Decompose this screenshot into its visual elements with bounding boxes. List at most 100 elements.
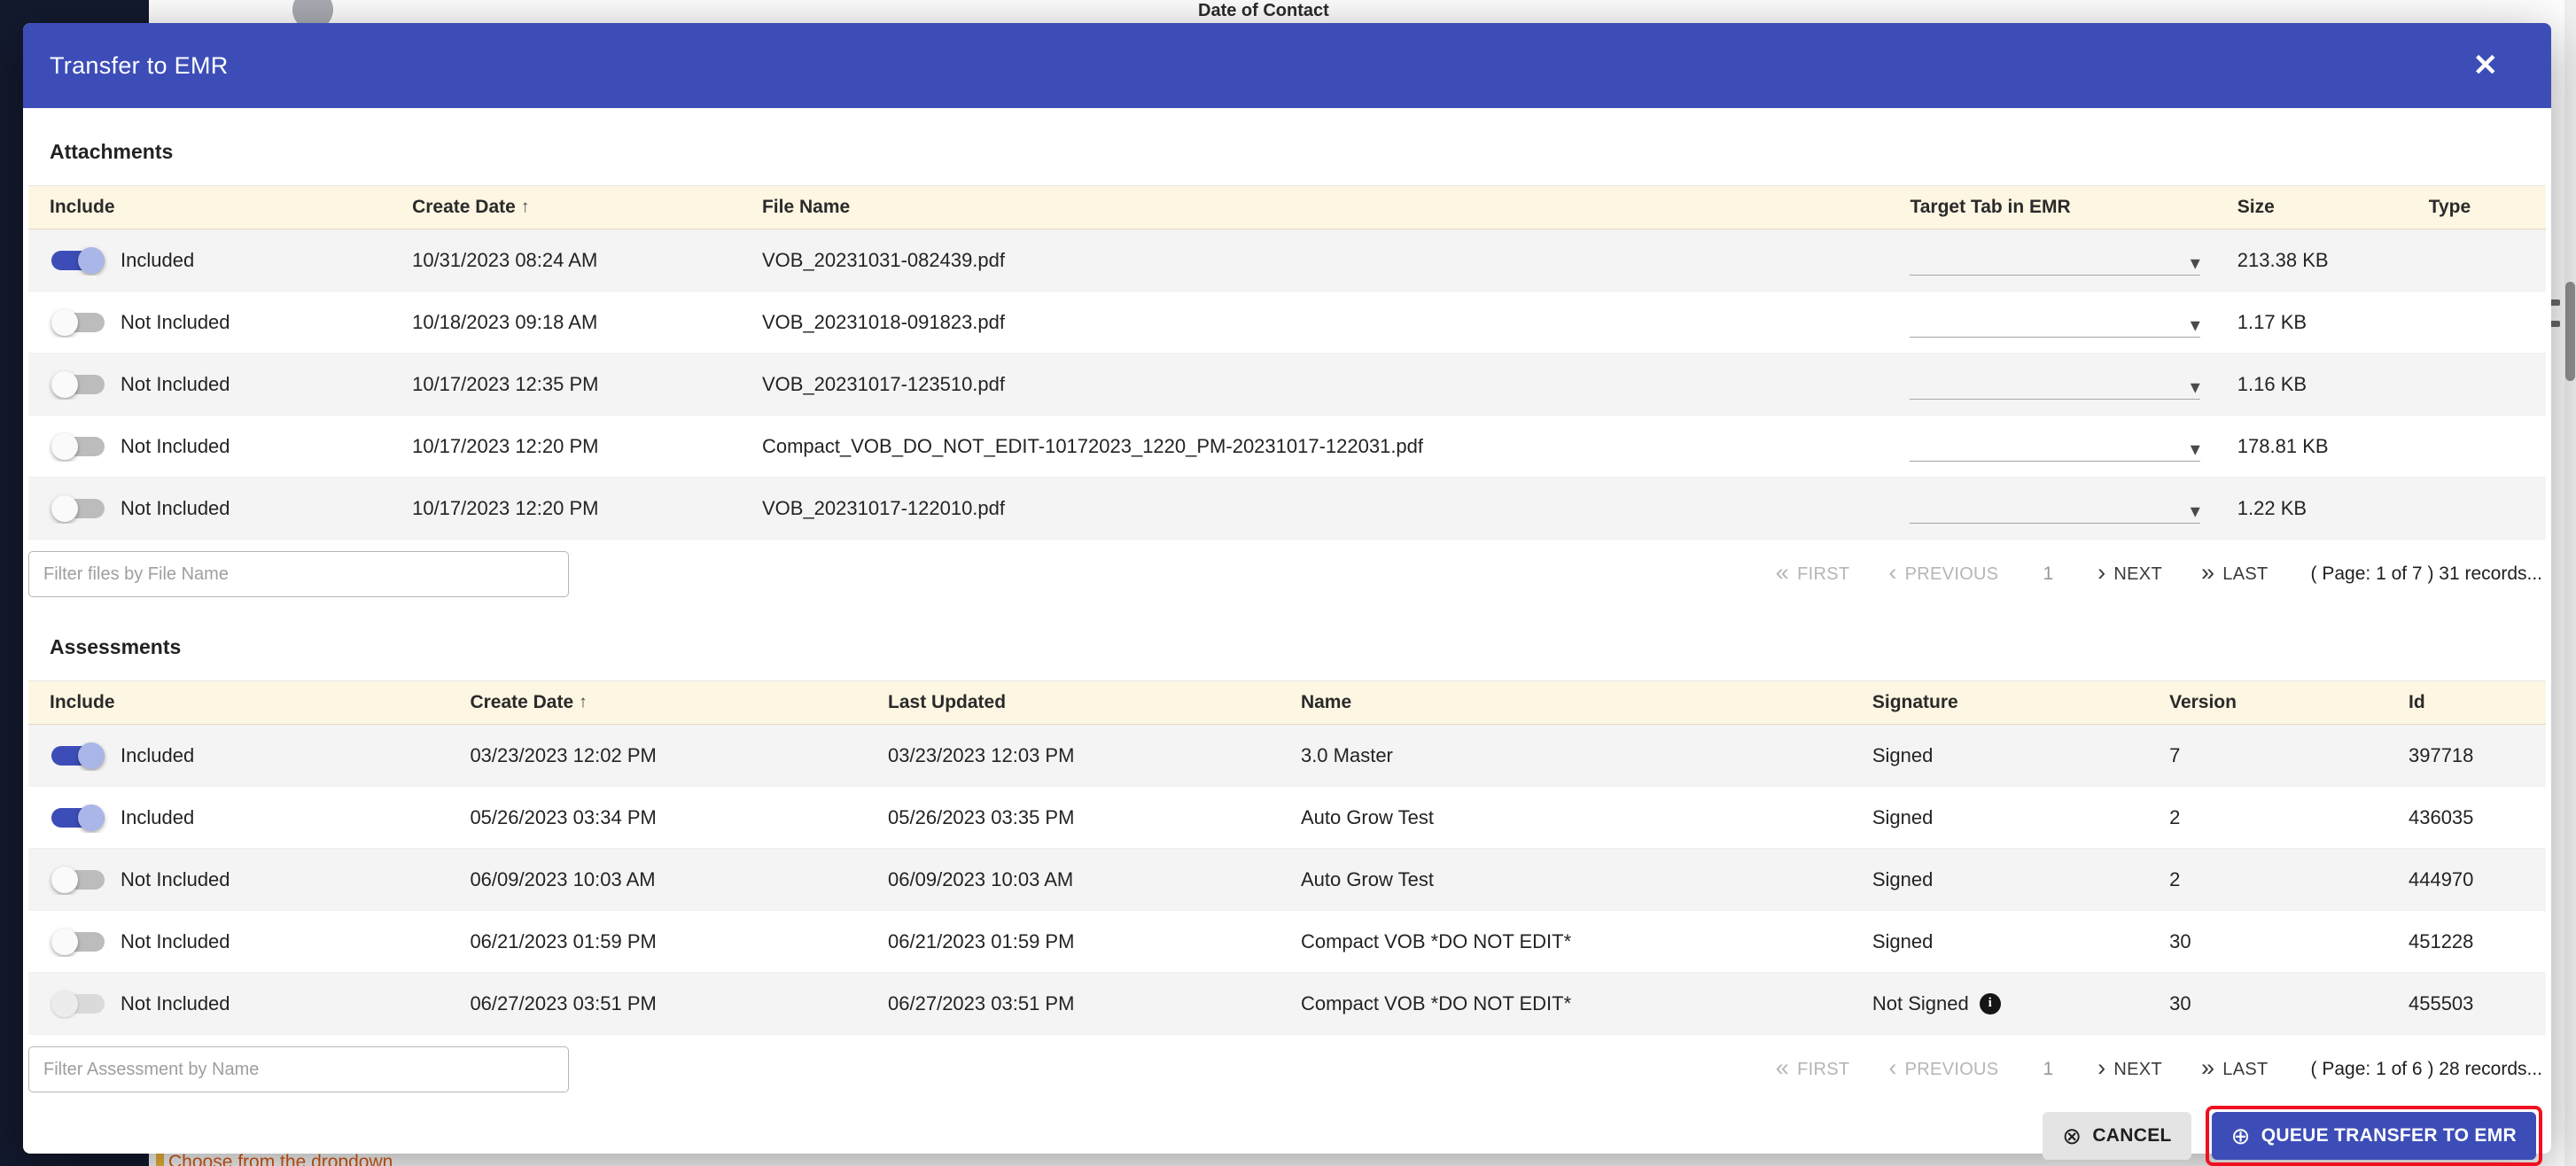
- name-cell: Auto Grow Test: [1300, 805, 1434, 828]
- attachments-pagination: « FIRST ‹ PREVIOUS 1 › NEXT » LAST ( Pag…: [1776, 558, 2546, 587]
- assessments-table-header: Include Create Date ↑ Last Updated Name …: [28, 680, 2546, 725]
- include-label: Not Included: [121, 991, 230, 1014]
- chevron-down-icon: ▾: [2190, 499, 2200, 522]
- id-cell: 436035: [2408, 805, 2474, 828]
- assessment-row: Not Included 06/21/2023 01:59 PM 06/21/2…: [28, 911, 2546, 973]
- column-header-file-name[interactable]: File Name: [741, 197, 1888, 218]
- sort-asc-icon: ↑: [520, 198, 530, 216]
- signature-cell: Not Signed: [1872, 991, 1969, 1014]
- version-cell: 2: [2169, 805, 2181, 828]
- pagination-summary: ( Page: 1 of 7 ) 31 records...: [2310, 564, 2542, 584]
- include-toggle[interactable]: [50, 927, 106, 957]
- include-toggle[interactable]: [50, 803, 106, 833]
- target-tab-select[interactable]: ▾: [1910, 369, 2200, 400]
- column-header-create-date[interactable]: Create Date ↑: [391, 197, 741, 218]
- signature-cell: Signed: [1872, 867, 1934, 890]
- first-page-button[interactable]: « FIRST: [1776, 560, 1850, 587]
- attachment-row: Included 10/31/2023 08:24 AM VOB_2023103…: [28, 229, 2546, 292]
- create-date-cell: 05/26/2023 03:34 PM: [470, 805, 657, 828]
- modal-body: Attachments Include Create Date ↑ File N…: [23, 108, 2551, 1166]
- signature-cell: Signed: [1872, 929, 1934, 952]
- assessments-pagination: « FIRST ‹ PREVIOUS 1 › NEXT » LAST ( Pag…: [1776, 1055, 2546, 1082]
- cancel-button[interactable]: ⊗ CANCEL: [2043, 1112, 2191, 1160]
- create-date-cell: 10/18/2023 09:18 AM: [412, 310, 598, 333]
- page-scrollbar[interactable]: [2564, 0, 2576, 1166]
- assessments-filter-input[interactable]: [28, 1046, 569, 1092]
- assessments-table: Include Create Date ↑ Last Updated Name …: [28, 680, 2546, 1035]
- modal-title: Transfer to EMR: [50, 51, 229, 79]
- create-date-cell: 10/17/2023 12:20 PM: [412, 434, 599, 457]
- first-page-button[interactable]: « FIRST: [1776, 1055, 1850, 1082]
- sort-asc-icon: ↑: [579, 693, 588, 711]
- create-date-cell: 10/17/2023 12:20 PM: [412, 496, 599, 519]
- chevron-down-icon: ▾: [2190, 437, 2200, 460]
- transfer-to-emr-modal: Transfer to EMR ✕ Attachments Include Cr…: [23, 23, 2551, 1166]
- include-toggle[interactable]: [50, 369, 106, 400]
- column-header-last-updated[interactable]: Last Updated: [867, 692, 1280, 713]
- file-name-cell: VOB_20231018-091823.pdf: [761, 310, 1005, 333]
- id-cell: 451228: [2408, 929, 2474, 952]
- file-name-cell: Compact_VOB_DO_NOT_EDIT-10172023_1220_PM…: [761, 434, 1424, 457]
- attachments-table-header: Include Create Date ↑ File Name Target T…: [28, 185, 2546, 229]
- version-cell: 2: [2169, 867, 2181, 890]
- last-page-icon: »: [2200, 558, 2215, 586]
- attachment-row: Not Included 10/17/2023 12:35 PM VOB_202…: [28, 354, 2546, 416]
- include-toggle[interactable]: [50, 865, 106, 895]
- column-header-include[interactable]: Include: [28, 692, 448, 713]
- queue-transfer-button[interactable]: ⊕ QUEUE TRANSFER TO EMR: [2211, 1112, 2536, 1160]
- next-page-button[interactable]: › NEXT: [2097, 1055, 2162, 1082]
- attachments-filter-input[interactable]: [28, 551, 569, 597]
- signature-cell: Signed: [1872, 805, 1934, 828]
- previous-page-button[interactable]: ‹ PREVIOUS: [1888, 1055, 1998, 1082]
- attachments-section-label: Attachments: [50, 140, 174, 163]
- size-cell: 178.81 KB: [2237, 434, 2329, 457]
- column-header-signature[interactable]: Signature: [1851, 692, 2148, 713]
- include-toggle[interactable]: [50, 989, 106, 1019]
- column-header-size[interactable]: Size: [2216, 197, 2408, 218]
- last-updated-cell: 06/21/2023 01:59 PM: [888, 929, 1075, 952]
- previous-page-button[interactable]: ‹ PREVIOUS: [1888, 560, 1998, 587]
- last-updated-cell: 03/23/2023 12:03 PM: [888, 743, 1075, 766]
- size-cell: 1.16 KB: [2237, 372, 2308, 395]
- modal-footer: ⊗ CANCEL ⊕ QUEUE TRANSFER TO EMR: [28, 1106, 2546, 1166]
- include-toggle[interactable]: [50, 741, 106, 771]
- last-updated-cell: 06/09/2023 10:03 AM: [888, 867, 1074, 890]
- include-toggle[interactable]: [50, 245, 106, 276]
- last-updated-cell: 06/27/2023 03:51 PM: [888, 991, 1075, 1014]
- column-header-include[interactable]: Include: [28, 197, 391, 218]
- include-toggle[interactable]: [50, 494, 106, 524]
- next-page-button[interactable]: › NEXT: [2097, 560, 2162, 587]
- chevron-down-icon: ▾: [2190, 313, 2200, 336]
- last-page-button[interactable]: » LAST: [2200, 558, 2269, 587]
- scrollbar-thumb[interactable]: [2565, 282, 2575, 381]
- attachments-table-footer: « FIRST ‹ PREVIOUS 1 › NEXT » LAST ( Pag…: [28, 548, 2546, 600]
- plus-circle-icon: ⊕: [2230, 1123, 2251, 1149]
- target-tab-select[interactable]: ▾: [1910, 494, 2200, 524]
- target-tab-select[interactable]: ▾: [1910, 431, 2200, 462]
- size-cell: 1.22 KB: [2237, 496, 2308, 519]
- include-toggle[interactable]: [50, 307, 106, 338]
- file-name-cell: VOB_20231017-123510.pdf: [761, 372, 1005, 395]
- close-button[interactable]: ✕: [2473, 51, 2499, 81]
- last-page-button[interactable]: » LAST: [2201, 1055, 2269, 1082]
- assessment-row: Included 03/23/2023 12:02 PM 03/23/2023 …: [28, 725, 2546, 787]
- cancel-circle-icon: ⊗: [2062, 1123, 2082, 1149]
- signature-cell: Signed: [1872, 743, 1934, 766]
- include-label: Not Included: [121, 496, 230, 519]
- column-header-version[interactable]: Version: [2148, 692, 2387, 713]
- attachments-table: Include Create Date ↑ File Name Target T…: [28, 185, 2546, 540]
- column-header-name[interactable]: Name: [1280, 692, 1851, 713]
- info-icon[interactable]: i: [1979, 992, 2001, 1014]
- current-page-number: 1: [2043, 564, 2054, 584]
- date-of-contact-label: Date of Contact: [1198, 1, 1329, 20]
- include-toggle[interactable]: [50, 431, 106, 462]
- annotation-highlight-box: ⊕ QUEUE TRANSFER TO EMR: [2205, 1106, 2542, 1166]
- target-tab-select[interactable]: ▾: [1910, 245, 2200, 276]
- column-header-id[interactable]: Id: [2387, 692, 2546, 713]
- column-header-create-date[interactable]: Create Date ↑: [448, 692, 867, 713]
- file-name-cell: VOB_20231031-082439.pdf: [761, 248, 1005, 271]
- target-tab-select[interactable]: ▾: [1910, 307, 2200, 338]
- create-date-cell: 06/27/2023 03:51 PM: [470, 991, 657, 1014]
- column-header-type[interactable]: Type: [2408, 197, 2546, 218]
- column-header-target-tab[interactable]: Target Tab in EMR: [1888, 197, 2215, 218]
